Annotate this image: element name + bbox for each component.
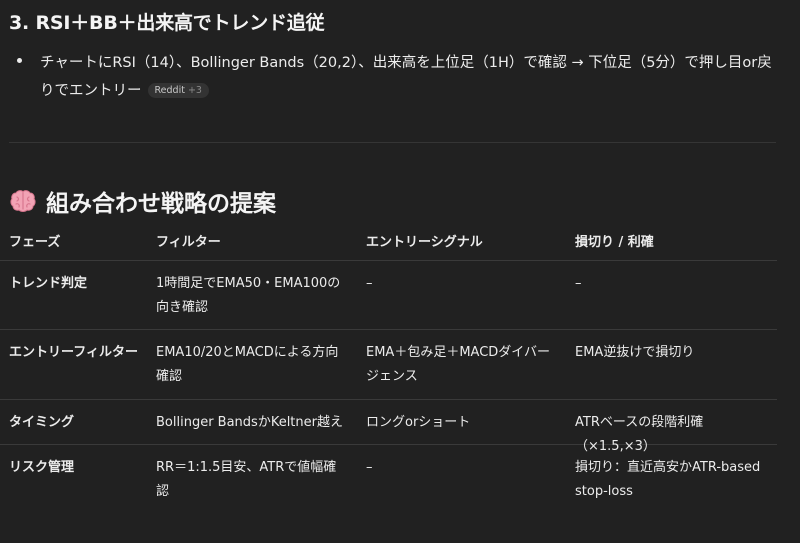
- table-row: エントリーフィルター EMA10/20とMACDによる方向確認 EMA＋包み足＋…: [0, 330, 777, 400]
- source-pill[interactable]: Reddit +3: [147, 83, 209, 98]
- column-header: フェーズ: [9, 235, 61, 250]
- table-row: タイミング Bollinger BandsかKeltner越え ロングorショー…: [0, 400, 777, 454]
- table-cell: –: [366, 460, 373, 475]
- table-cell: タイミング: [9, 415, 75, 430]
- table-cell: –: [366, 276, 373, 291]
- column-header: フィルター: [156, 235, 221, 250]
- table-cell: EMA＋包み足＋MACDダイバージェンス: [366, 345, 551, 384]
- table-cell: –: [575, 276, 582, 291]
- table-cell: エントリーフィルター: [9, 345, 138, 360]
- section-heading: 3. RSI＋BB＋出来高でトレンド追従: [9, 12, 325, 34]
- column-header: エントリーシグナル: [366, 235, 483, 250]
- strategy-table: フェーズ フィルター エントリーシグナル 損切り / 利確 トレンド判定 1時間…: [0, 228, 777, 513]
- table-cell: 1時間足でEMA50・EMA100の向き確認: [156, 276, 341, 315]
- column-header: 損切り / 利確: [575, 235, 654, 250]
- table-row: リスク管理 RR＝1:1.5目安、ATRで値幅確認 – 損切り：直近高安かATR…: [0, 445, 777, 513]
- divider: [9, 142, 776, 143]
- table-cell: 損切り：直近高安かATR-based stop-loss: [575, 460, 761, 499]
- table-cell: リスク管理: [9, 460, 75, 475]
- proposal-heading: 組み合わせ戦略の提案: [46, 191, 276, 217]
- bullet-dot: [17, 58, 22, 63]
- brain-icon: [10, 190, 36, 212]
- table-cell: EMA10/20とMACDによる方向確認: [156, 345, 339, 384]
- table-cell: EMA逆抜けで損切り: [575, 345, 695, 360]
- table-cell: Bollinger BandsかKeltner越え: [156, 415, 343, 430]
- table-cell: トレンド判定: [9, 276, 88, 291]
- table-row: トレンド判定 1時間足でEMA50・EMA100の向き確認 – –: [0, 261, 777, 330]
- table-header-row: フェーズ フィルター エントリーシグナル 損切り / 利確: [0, 228, 777, 261]
- source-pill-count: +3: [187, 85, 202, 96]
- source-pill-label: Reddit: [154, 85, 185, 96]
- table-cell: RR＝1:1.5目安、ATRで値幅確認: [156, 460, 337, 499]
- bullet-item: チャートにRSI（14）、Bollinger Bands（20,2）、出来高を上…: [17, 49, 777, 105]
- table-cell: ロングorショート: [366, 415, 471, 430]
- proposal-heading-row: 組み合わせ戦略の提案: [10, 184, 276, 218]
